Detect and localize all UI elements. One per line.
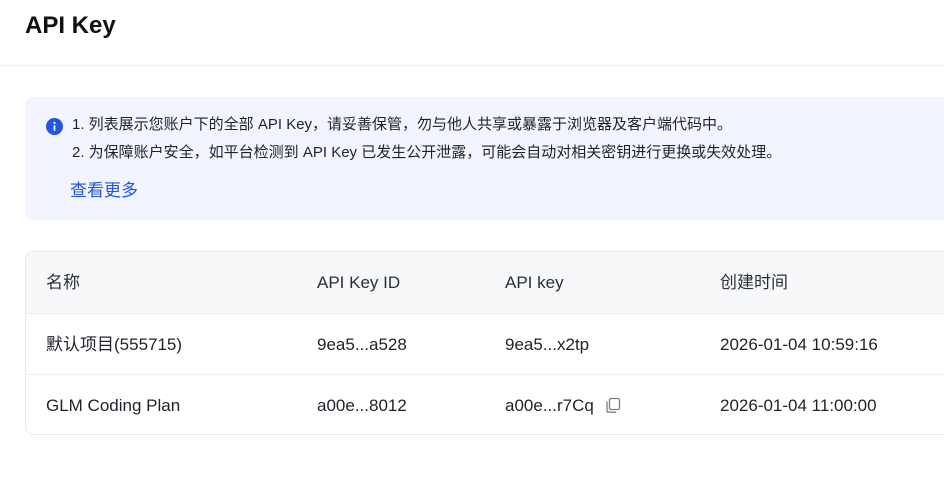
info-icon (46, 118, 63, 135)
table-row: 默认项目(555715) 9ea5...a528 9ea5...x2tp 202… (26, 313, 944, 374)
row-key: a00e...r7Cq (505, 396, 594, 415)
row-name: GLM Coding Plan (46, 396, 181, 415)
copy-icon[interactable] (604, 396, 622, 414)
page-header: API Key (0, 0, 944, 66)
column-header-created: 创建时间 (720, 273, 788, 292)
api-key-table: 名称 API Key ID API key 创建时间 默认项目(555715) … (25, 251, 944, 435)
row-key: 9ea5...x2tp (505, 335, 590, 354)
row-key-id: 9ea5...a528 (317, 335, 407, 354)
notice-line-1: 1. 列表展示您账户下的全部 API Key，请妥善保管，勿与他人共享或暴露于浏… (72, 116, 733, 133)
column-header-key: API key (505, 273, 564, 292)
notice-line-2: 2. 为保障账户安全，如平台检测到 API Key 已发生公开泄露，可能会自动对… (72, 144, 782, 161)
table-header: 名称 API Key ID API key 创建时间 (26, 252, 944, 313)
page-title: API Key (25, 12, 116, 39)
column-header-key-id: API Key ID (317, 273, 401, 292)
row-created: 2026-01-04 10:59:16 (720, 335, 878, 354)
row-key-cell: a00e...r7Cq (505, 375, 622, 434)
view-more-link[interactable]: 查看更多 (70, 180, 138, 202)
table-row: GLM Coding Plan a00e...8012 a00e...r7Cq … (26, 374, 944, 434)
column-header-name: 名称 (46, 273, 80, 292)
row-name: 默认项目(555715) (46, 335, 183, 354)
row-key-id: a00e...8012 (317, 396, 407, 415)
row-created: 2026-01-04 11:00:00 (720, 396, 877, 415)
notice-banner: 1. 列表展示您账户下的全部 API Key，请妥善保管，勿与他人共享或暴露于浏… (25, 97, 944, 220)
